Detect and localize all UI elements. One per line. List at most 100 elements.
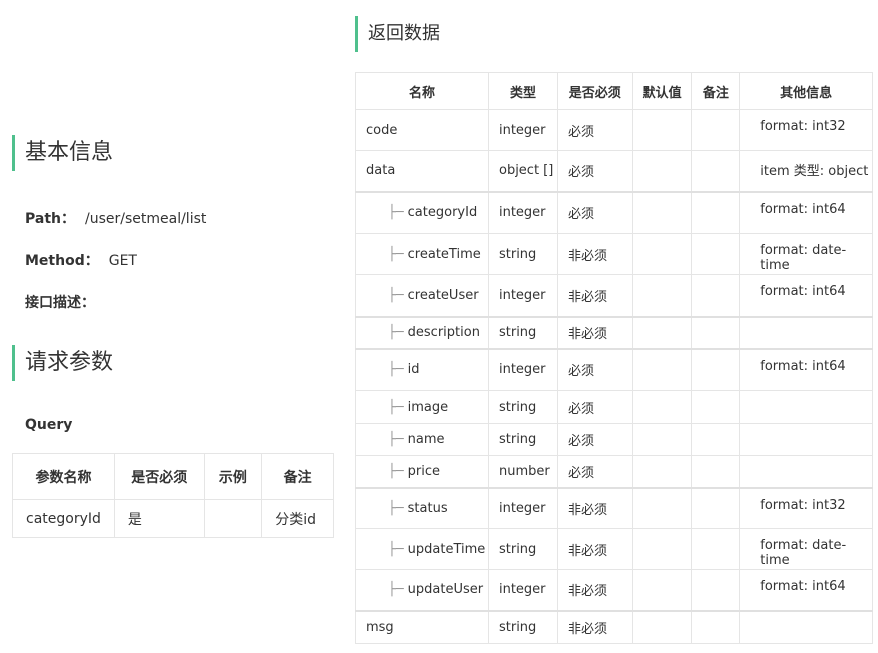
field-required-cell: 必须 [556,150,633,192]
query-header-note: 备注 [261,453,334,500]
field-required-cell: 必须 [556,109,633,151]
field-name-cell: msg [355,609,489,644]
field-name: code [366,122,398,138]
tree-branch-icon: ├─ [388,582,404,598]
field-name-cell: ├─ description [355,315,489,349]
field-default-cell [631,150,693,192]
field-name: categoryId [407,205,478,221]
field-other-cell: format: date-time [739,528,873,570]
field-name: updateUser [407,582,484,598]
field-other-cell [739,315,873,349]
field-note-cell [691,609,741,644]
table-row: ├─ createTime string 非必须 format: date-time [355,233,873,275]
field-required-cell: 必须 [556,347,633,391]
field-default-cell [631,486,693,529]
field-note-cell [691,569,741,611]
field-type-cell: integer [487,109,558,151]
tree-branch-icon: ├─ [388,463,404,479]
query-header-required: 是否必须 [113,453,205,500]
method-row: Method： GET [25,250,137,270]
table-row: ├─ status integer 非必须 format: int32 [355,486,873,529]
tree-branch-icon: ├─ [388,541,404,557]
field-required-cell: 非必须 [556,609,633,644]
table-row: code integer 必须 format: int32 [355,109,873,151]
field-other-cell [739,455,873,488]
field-type-cell: integer [487,190,558,234]
field-type-cell: string [487,390,558,424]
field-default-cell [631,423,693,456]
field-required-cell: 非必须 [556,569,633,611]
field-required-cell: 非必须 [556,233,633,275]
field-name: name [407,432,445,447]
tree-branch-icon: ├─ [388,399,404,415]
field-other-cell: format: int64 [739,347,873,391]
field-name-cell: code [355,109,489,151]
field-note-cell [691,233,741,275]
field-other-cell: format: int32 [739,109,873,151]
field-type-cell: string [487,528,558,570]
field-default-cell [631,190,693,234]
field-other-cell: format: int32 [739,486,873,529]
table-row: data object [] 必须 item 类型: object [355,150,873,192]
method-value: GET [108,253,137,269]
field-name: image [407,399,449,415]
field-note-cell [691,190,741,234]
response-header-required: 是否必须 [556,72,633,110]
field-name-cell: ├─ name [355,423,489,456]
path-label: Path： [25,211,75,227]
field-note-cell [691,528,741,570]
field-type-cell: string [487,233,558,275]
field-type-cell: integer [487,347,558,391]
table-row: ├─ categoryId integer 必须 format: int64 [355,190,873,234]
field-type-cell: string [487,315,558,349]
field-name-cell: ├─ updateTime [355,528,489,570]
field-note-cell [691,150,741,192]
field-note-cell [691,315,741,349]
field-other-cell [739,609,873,644]
field-default-cell [631,528,693,570]
query-cell-required: 是 [113,499,205,538]
field-type-cell: integer [487,274,558,317]
field-default-cell [631,315,693,349]
field-type-cell: integer [487,569,558,611]
field-note-cell [691,347,741,391]
method-label: Method： [25,253,99,269]
response-table-header-row: 名称 类型 是否必须 默认值 备注 其他信息 [355,72,873,110]
table-row: ├─ description string 非必须 [355,315,873,349]
field-default-cell [631,455,693,488]
field-other-cell: format: date-time [739,233,873,275]
table-row: msg string 非必须 [355,609,873,644]
field-default-cell [631,609,693,644]
field-default-cell [631,390,693,424]
field-other-cell [739,390,873,424]
tree-branch-icon: ├─ [388,500,404,516]
response-data-table: 名称 类型 是否必须 默认值 备注 其他信息 code integer 必须 form… [355,72,873,644]
response-header-other: 其他信息 [739,72,873,110]
field-name-cell: ├─ id [355,347,489,391]
basic-info-section-title: 基本信息 [12,135,113,171]
tree-branch-icon: ├─ [388,287,404,303]
field-name-cell: ├─ image [355,390,489,424]
query-cell-note: 分类id [261,499,334,538]
response-section-title: 返回数据 [355,16,440,52]
tree-branch-icon: ├─ [388,325,404,340]
field-other-cell: format: int64 [739,569,873,611]
request-section-title: 请求参数 [12,345,113,381]
field-note-cell [691,423,741,456]
field-type-cell: string [487,423,558,456]
path-row: Path： /user/setmeal/list [25,208,206,228]
field-note-cell [691,274,741,317]
field-name-cell: ├─ status [355,486,489,529]
field-required-cell: 必须 [556,423,633,456]
field-note-cell [691,486,741,529]
tree-branch-icon: ├─ [388,205,404,221]
query-label: Query [25,417,73,433]
field-name-cell: ├─ updateUser [355,569,489,611]
query-cell-example [203,499,263,538]
field-name: msg [366,619,394,635]
response-header-default: 默认值 [631,72,693,110]
table-row: ├─ image string 必须 [355,390,873,424]
field-name: status [407,500,448,516]
field-note-cell [691,109,741,151]
query-params-table: 参数名称 是否必须 示例 备注 categoryId 是 分类id [12,453,334,538]
